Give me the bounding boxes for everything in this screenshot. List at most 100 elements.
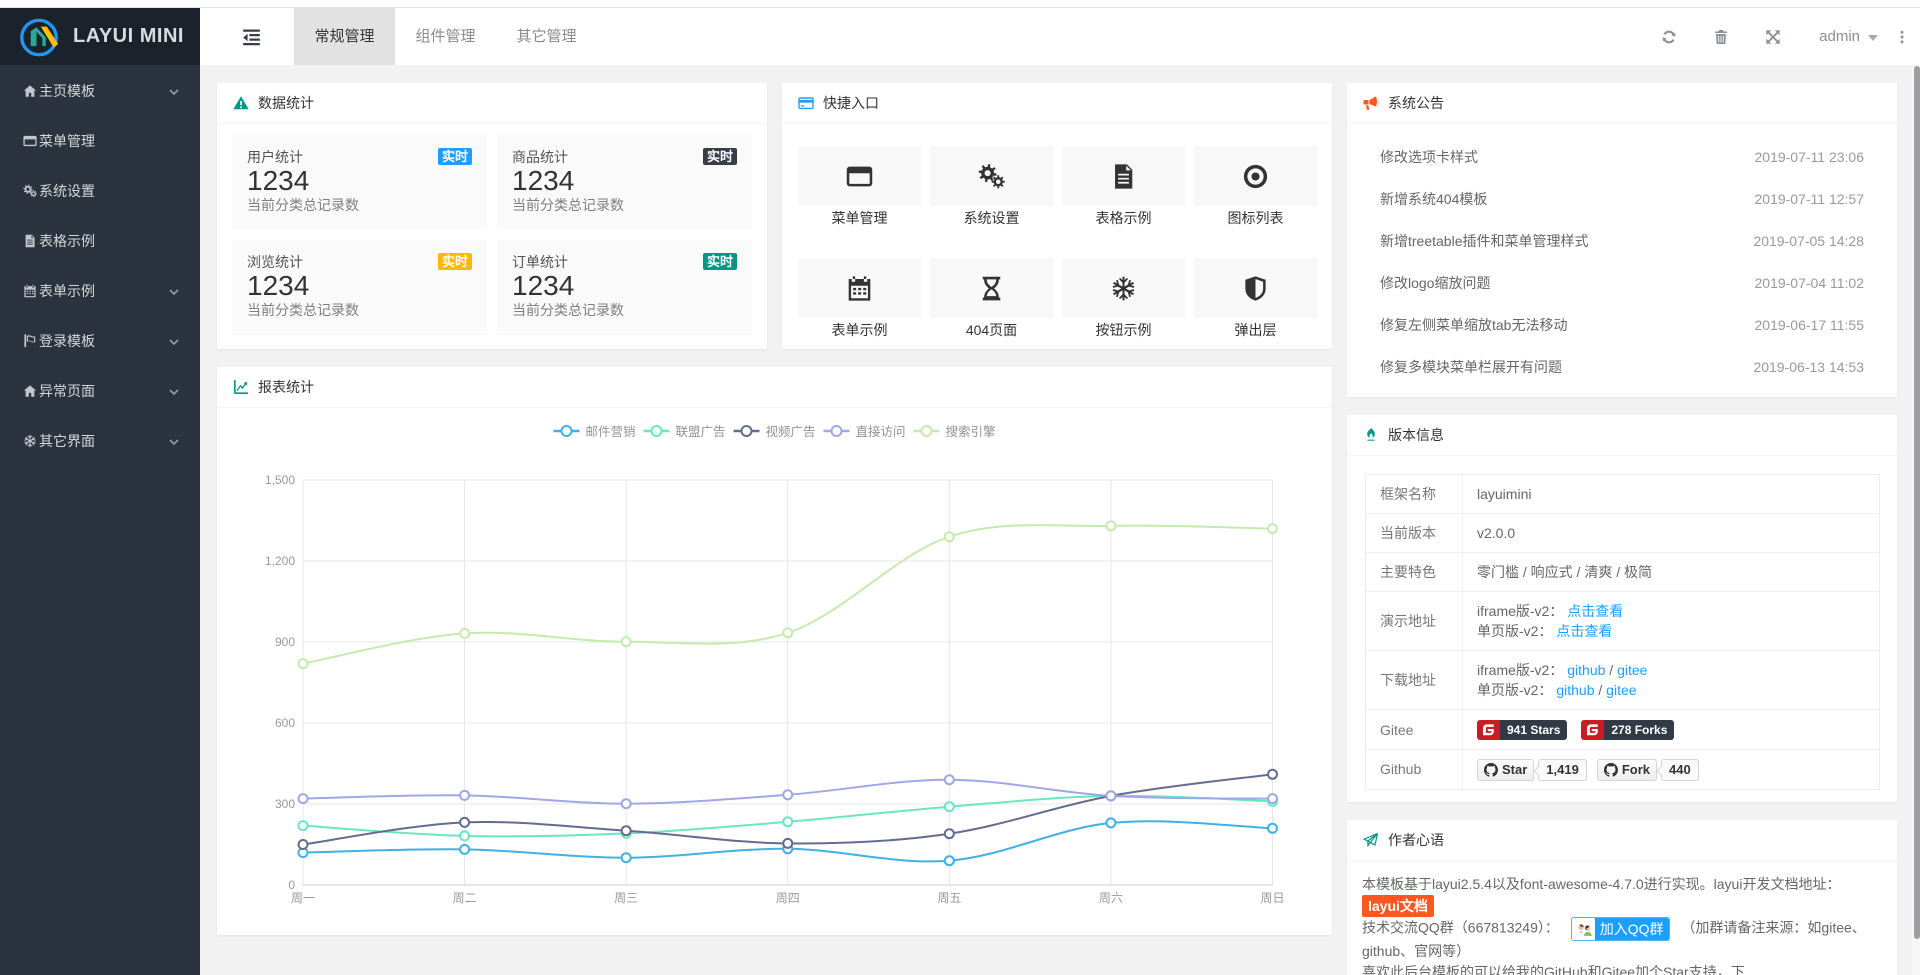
version-link[interactable]: 点击查看 <box>1556 623 1612 639</box>
version-row-4: 演示地址iframe版-v2： 点击查看单页版-v2： 点击查看 <box>1366 592 1880 651</box>
announcement-date: 2019-07-05 14:28 <box>1753 233 1864 249</box>
sidebar-item-4[interactable]: 表格示例 <box>0 216 200 266</box>
version-row-label: Gitee <box>1366 710 1463 750</box>
join-qq-group-button[interactable]: 加入QQ群 <box>1571 917 1670 941</box>
fullscreen-button[interactable] <box>1747 8 1799 65</box>
github-fork-count[interactable]: 440 <box>1661 759 1699 781</box>
sidebar-item-3[interactable]: 系统设置 <box>0 166 200 216</box>
quick-entry-label: 弹出层 <box>1235 320 1277 340</box>
stat-value: 1234 <box>247 272 472 300</box>
page-scrollbar[interactable] <box>1912 65 1920 975</box>
quick-card-title: 快捷入口 <box>823 83 879 123</box>
credit-card-icon <box>797 95 814 112</box>
version-link[interactable]: 点击查看 <box>1567 603 1623 619</box>
report-card-header: 报表统计 <box>217 367 1332 408</box>
line-chart-icon <box>232 379 249 396</box>
sidebar-item-label: 表格示例 <box>39 231 180 251</box>
qq-group-icon <box>1572 918 1595 940</box>
version-link[interactable]: gitee <box>1617 662 1647 678</box>
quick-entry-label: 按钮示例 <box>1096 320 1152 340</box>
announcement-item-4[interactable]: 修改logo缩放问题2019-07-04 11:02 <box>1362 262 1882 304</box>
sidebar-item-1[interactable]: 主页模板 <box>0 66 200 116</box>
stat-desc: 当前分类总记录数 <box>512 195 737 215</box>
gitee-logo-icon <box>1581 720 1604 740</box>
quick-entry-1[interactable]: 菜单管理 <box>798 146 921 228</box>
sidebar-item-8[interactable]: 其它界面 <box>0 416 200 466</box>
announcement-item-6[interactable]: 修复多模块菜单栏展开有问题2019-06-13 14:53 <box>1362 346 1882 388</box>
sidebar-item-6[interactable]: 登录模板 <box>0 316 200 366</box>
tab-1[interactable]: 常规管理 <box>294 8 395 65</box>
collapse-sidebar-button[interactable] <box>200 8 294 65</box>
announcement-item-3[interactable]: 新增treetable插件和菜单管理样式2019-07-05 14:28 <box>1362 220 1882 262</box>
layui-doc-link[interactable]: layui文档 <box>1362 895 1434 917</box>
quick-card-header: 快捷入口 <box>782 83 1332 124</box>
refresh-button[interactable] <box>1643 8 1695 65</box>
scrollbar-thumb[interactable] <box>1914 66 1920 939</box>
logo-bar[interactable]: LAYUI MINI <box>0 8 200 65</box>
announcement-item-1[interactable]: 修改选项卡样式2019-07-11 23:06 <box>1362 136 1882 178</box>
quick-entry-5[interactable]: 表单示例 <box>798 258 921 340</box>
version-row-value: layuimini <box>1463 475 1880 514</box>
sidebar-item-label: 主页模板 <box>39 81 168 101</box>
github-star-button[interactable]: Star <box>1477 759 1534 781</box>
version-line-prefix: 单页版-v2： <box>1477 623 1552 639</box>
stat-value: 1234 <box>512 167 737 195</box>
stat-box-3: 浏览统计1234当前分类总记录数实时 <box>232 240 487 335</box>
github-octocat-icon <box>1484 763 1502 777</box>
window-icon <box>22 134 37 149</box>
github-star-count[interactable]: 1,419 <box>1538 759 1587 781</box>
tab-3[interactable]: 其它管理 <box>496 8 597 65</box>
quick-entry-3[interactable]: 表格示例 <box>1062 146 1185 228</box>
chevron-down-icon <box>168 335 180 347</box>
version-row-label: 主要特色 <box>1366 553 1463 592</box>
quick-entry-2[interactable]: 系统设置 <box>930 146 1053 228</box>
author-card-header: 作者心语 <box>1347 820 1897 861</box>
quick-body: 菜单管理系统设置表格示例图标列表表单示例 404页面按钮示例 弹出层 <box>782 124 1332 340</box>
version-row-value: 零门槛 / 响应式 / 清爽 / 极简 <box>1463 553 1880 592</box>
gitee-badge-2[interactable]: 278 Forks <box>1581 720 1674 740</box>
user-menu[interactable]: admin <box>1799 8 1884 65</box>
quick-entry-7[interactable]: 按钮示例 <box>1062 258 1185 340</box>
report-chart[interactable]: 03006009001,2001,500周一周二周三周四周五周六周日邮件营销联盟… <box>217 408 1330 934</box>
github-fork-button[interactable]: Fork <box>1597 759 1657 781</box>
quick-entry-4[interactable]: 图标列表 <box>1194 146 1317 228</box>
gitee-badge-1[interactable]: 941 Stars <box>1477 720 1567 740</box>
stat-desc: 当前分类总记录数 <box>247 300 472 320</box>
right-column: 系统公告 修改选项卡样式2019-07-11 23:06新增系统404模板201… <box>1347 83 1897 975</box>
quick-entry-6[interactable]: 404页面 <box>930 258 1053 340</box>
sidebar-item-7[interactable]: 异常页面 <box>0 366 200 416</box>
version-link[interactable]: github <box>1556 682 1594 698</box>
fire-icon <box>1362 427 1379 444</box>
report-card-title: 报表统计 <box>258 367 314 407</box>
tab-2[interactable]: 组件管理 <box>395 8 496 65</box>
hourglass-icon <box>930 258 1053 318</box>
chevron-down-icon <box>168 85 180 97</box>
stat-box-1: 用户统计1234当前分类总记录数实时 <box>232 135 487 230</box>
version-row-7: GithubStar1,419Fork440 <box>1366 750 1880 789</box>
announcement-item-2[interactable]: 新增系统404模板2019-07-11 12:57 <box>1362 178 1882 220</box>
svg-text:视频广告: 视频广告 <box>766 424 816 439</box>
link-separator: / <box>1595 682 1607 698</box>
flag-icon <box>22 334 37 349</box>
sidebar-item-label: 菜单管理 <box>39 131 180 151</box>
bullhorn-icon <box>1362 95 1379 112</box>
trash-icon <box>1713 29 1729 45</box>
sidebar-item-5[interactable]: 表单示例 <box>0 266 200 316</box>
quick-entry-8[interactable]: 弹出层 <box>1194 258 1317 340</box>
version-link[interactable]: github <box>1567 662 1605 678</box>
announcements-card-title: 系统公告 <box>1388 83 1444 123</box>
version-link[interactable]: gitee <box>1606 682 1636 698</box>
top-strip <box>0 0 1920 8</box>
home-icon <box>22 384 37 399</box>
announcement-date: 2019-07-11 23:06 <box>1755 149 1865 165</box>
version-row-label: 框架名称 <box>1366 475 1463 514</box>
clear-cache-button[interactable] <box>1695 8 1747 65</box>
announcement-item-5[interactable]: 修复左侧菜单缩放tab无法移动2019-06-17 11:55 <box>1362 304 1882 346</box>
announcement-text: 修复左侧菜单缩放tab无法移动 <box>1380 315 1755 335</box>
version-value: layuimini <box>1477 486 1531 502</box>
sidebar-item-2[interactable]: 菜单管理 <box>0 116 200 166</box>
sidebar-item-label: 表单示例 <box>39 281 168 301</box>
more-button[interactable] <box>1884 8 1920 65</box>
version-row-label: 下载地址 <box>1366 651 1463 710</box>
quick-entry-label: 表单示例 <box>832 320 888 340</box>
